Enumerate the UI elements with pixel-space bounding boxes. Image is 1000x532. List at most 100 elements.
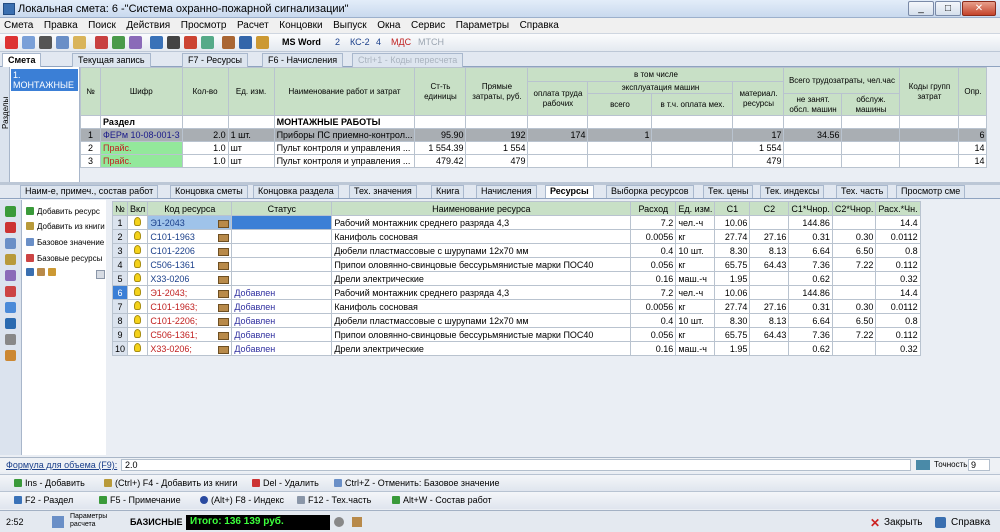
paste-icon[interactable]	[73, 36, 86, 49]
row-code[interactable]: Прайс.	[100, 154, 183, 168]
row-name[interactable]: Пульт контроля и управления ...	[273, 154, 416, 168]
params-label[interactable]: Параметры расчета	[70, 513, 112, 529]
row-code[interactable]: ФЕРм 10-08-001-3	[100, 128, 183, 142]
resource-code[interactable]: Э1-2043	[147, 215, 233, 230]
resource-name[interactable]: Дюбели пластмассовые с шурупами 12x70 мм	[331, 243, 632, 258]
insert-icon[interactable]	[112, 36, 125, 49]
resource-consumption[interactable]: 0.4	[630, 313, 677, 328]
ks2-button[interactable]: КС-2	[350, 37, 370, 47]
resource-code[interactable]: С506-1361;	[147, 327, 233, 342]
coins-icon[interactable]	[5, 286, 16, 297]
row-code[interactable]: Прайс.	[100, 141, 183, 155]
resource-name[interactable]: Канифоль сосновая	[331, 229, 632, 244]
include-toggle[interactable]	[127, 271, 149, 286]
minimize-button[interactable]: _	[908, 1, 934, 16]
include-toggle[interactable]	[127, 341, 149, 356]
tab-resources-detail[interactable]: Ресурсы	[545, 185, 594, 198]
resource-name[interactable]: Рабочий монтажник среднего разряда 4,3	[331, 285, 632, 300]
table-row[interactable]: 1 ФЕРм 10-08-001-3 2.0 1 шт. Приборы ПС …	[80, 128, 988, 142]
resource-consumption[interactable]: 0.16	[630, 341, 677, 356]
menu-pravka[interactable]: Правка	[40, 18, 82, 31]
include-toggle[interactable]	[127, 313, 149, 328]
info-icon[interactable]	[5, 318, 16, 329]
calc-icon[interactable]	[129, 36, 142, 49]
copy-icon[interactable]	[56, 36, 69, 49]
menu-servis[interactable]: Сервис	[407, 18, 449, 31]
resource-code[interactable]: С101-1963	[147, 229, 233, 244]
mtsn-button[interactable]: МТСН	[418, 37, 444, 47]
menu-poisk[interactable]: Поиск	[84, 18, 120, 31]
resource-name[interactable]: Дрели электрические	[331, 271, 632, 286]
close-window-button[interactable]: ✕	[962, 1, 996, 16]
preview-icon[interactable]	[184, 36, 197, 49]
hotkey-index[interactable]: (Alt+) F8 - Индекс	[200, 495, 284, 505]
params-icon[interactable]	[52, 516, 64, 528]
resource-row[interactable]: 10 Х33-0206; Добавлен Дрели электрические 0.…	[111, 341, 921, 356]
resource-row[interactable]: 7 С101-1963; Добавлен Канифоль сосновая 0.00…	[111, 299, 921, 314]
ms-word-button[interactable]: MS Word	[282, 37, 321, 47]
settings-icon[interactable]	[239, 36, 252, 49]
tab-tech-part[interactable]: Тех. часть	[836, 185, 889, 198]
tab-current-prices[interactable]: Тек. цены	[703, 185, 754, 198]
menu-parametry[interactable]: Параметры	[452, 18, 513, 31]
report-icon[interactable]	[256, 36, 269, 49]
table-row[interactable]: 3 Прайс. 1.0 шт Пульт контроля и управле…	[80, 154, 988, 168]
row-name[interactable]: Пульт контроля и управления ...	[273, 141, 416, 155]
include-toggle[interactable]	[127, 285, 149, 300]
maximize-button[interactable]: □	[935, 1, 961, 16]
add-icon[interactable]	[5, 206, 16, 217]
tab-current-indices[interactable]: Тек. индексы	[760, 185, 825, 198]
collapse-icon[interactable]	[96, 270, 105, 279]
resource-consumption[interactable]: 0.056	[630, 257, 677, 272]
include-toggle[interactable]	[127, 215, 149, 230]
tab-smeta[interactable]: Смета	[2, 53, 42, 67]
tab-name-notes[interactable]: Наим-е, примеч., состав работ	[20, 185, 159, 198]
menu-okna[interactable]: Окна	[373, 18, 404, 31]
resource-name[interactable]: Дюбели пластмассовые с шурупами 12x70 мм	[331, 313, 632, 328]
list-icon[interactable]	[5, 238, 16, 249]
menu-spravka[interactable]: Справка	[516, 18, 563, 31]
resource-code[interactable]: Э1-2043;	[147, 285, 233, 300]
hotkey-section[interactable]: F2 - Раздел	[14, 495, 73, 505]
sections-strip[interactable]: Разделы	[0, 67, 10, 182]
menu-raschet[interactable]: Расчет	[233, 18, 273, 31]
cut-icon[interactable]	[39, 36, 52, 49]
row-qty[interactable]: 1.0	[181, 141, 229, 155]
tab-estimate-end[interactable]: Концовка сметы	[170, 185, 248, 198]
resource-name[interactable]: Канифоль сосновая	[331, 299, 632, 314]
resource-consumption[interactable]: 0.4	[630, 243, 677, 258]
resource-consumption[interactable]: 0.0056	[630, 299, 677, 314]
book-icon[interactable]	[5, 254, 16, 265]
resource-row[interactable]: 5 Х33-0206 Дрели электрические 0.16 маш.-ч 1.…	[111, 271, 921, 286]
table-icon[interactable]	[5, 350, 16, 361]
menu-kontsovki[interactable]: Концовки	[275, 18, 326, 31]
lock-icon[interactable]	[352, 517, 362, 527]
resource-row[interactable]: 2 С101-1963 Канифоль сосновая 0.0056 кг 27.74…	[111, 229, 921, 244]
include-toggle[interactable]	[127, 257, 149, 272]
sort-icon[interactable]	[222, 36, 235, 49]
include-toggle[interactable]	[127, 327, 149, 342]
add-resource-action[interactable]: Добавить ресурс	[26, 207, 100, 216]
chart-icon[interactable]	[5, 270, 16, 281]
resource-row[interactable]: 3 С101-2206 Дюбели пластмассовые с шурупам…	[111, 243, 921, 258]
machine-icon[interactable]	[37, 268, 45, 276]
include-toggle[interactable]	[127, 299, 149, 314]
tab-section-end[interactable]: Концовка раздела	[253, 185, 339, 198]
row-qty[interactable]: 1.0	[181, 154, 229, 168]
hotkey-note[interactable]: F5 - Примечание	[99, 495, 181, 505]
resource-row[interactable]: 4 С506-1361 Припои оловянно-свинцовые бесс…	[111, 257, 921, 272]
tab-recalc-codes[interactable]: Ctrl+1 - Коды пересчета	[352, 53, 464, 67]
close-doc-icon[interactable]	[5, 36, 18, 49]
hotkey-undo[interactable]: Ctrl+Z - Отменить: Базовое значение	[334, 478, 500, 488]
resource-name[interactable]: Припои оловянно-свинцовые бессурьмянисты…	[331, 327, 632, 342]
mds-button[interactable]: МДС	[391, 37, 411, 47]
tab-resource-selection[interactable]: Выборка ресурсов	[606, 185, 694, 198]
form-4-button[interactable]: 4	[376, 37, 381, 47]
tab-charges[interactable]: F6 - Начисления	[262, 53, 344, 67]
print-icon[interactable]	[150, 36, 163, 49]
menu-deistviya[interactable]: Действия	[122, 18, 174, 31]
menu-vypusk[interactable]: Выпуск	[329, 18, 371, 31]
find-icon[interactable]	[167, 36, 180, 49]
resource-code[interactable]: С101-2206;	[147, 313, 233, 328]
row-name[interactable]: Приборы ПС приемно-контрол...	[273, 128, 416, 142]
